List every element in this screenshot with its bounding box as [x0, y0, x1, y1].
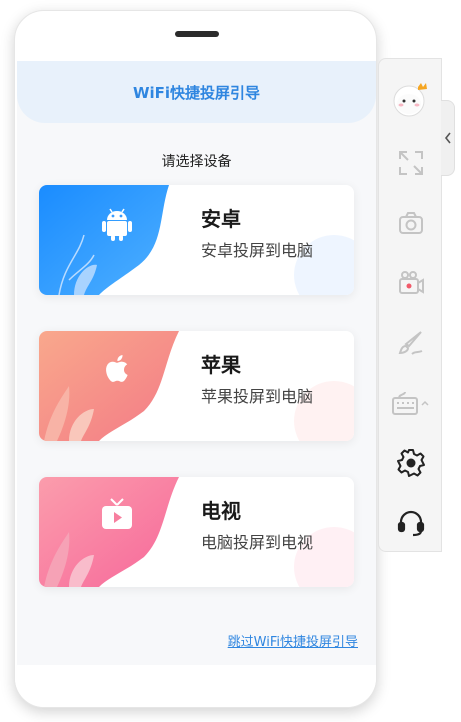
select-device-label: 请选择设备 — [161, 154, 232, 170]
apple-card[interactable]: 苹果 苹果投屏到电脑 — [39, 331, 354, 441]
chevron-left-icon — [444, 132, 451, 144]
tv-card-title: 电视 — [201, 499, 241, 523]
fullscreen-icon — [399, 151, 423, 175]
android-card[interactable]: 安卓 安卓投屏到电脑 — [39, 185, 354, 295]
apple-card-desc: 苹果投屏到电脑 — [201, 387, 314, 406]
phone-screen: WiFi快捷投屏引导 请选择设备 安卓 安卓投屏到电脑 苹果 苹果投屏到电脑 电… — [17, 61, 376, 665]
skip-guide-link[interactable]: 跳过WiFi快捷投屏引导 — [228, 631, 358, 650]
video-record-icon — [399, 271, 424, 294]
draw-button[interactable] — [391, 323, 431, 363]
screenshot-button[interactable] — [391, 203, 431, 243]
record-button[interactable] — [391, 263, 431, 303]
tv-card-desc: 电脑投屏到电视 — [201, 533, 314, 552]
settings-button[interactable] — [391, 443, 431, 483]
phone-frame: WiFi快捷投屏引导 请选择设备 安卓 安卓投屏到电脑 苹果 苹果投屏到电脑 电… — [14, 10, 377, 708]
camera-icon — [399, 212, 423, 234]
tv-card[interactable]: 电视 电脑投屏到电视 — [39, 477, 354, 587]
avatar-icon — [393, 83, 427, 117]
avatar-button[interactable] — [391, 79, 431, 119]
brush-icon — [398, 331, 423, 355]
android-icon — [102, 208, 132, 241]
fullscreen-button[interactable] — [391, 143, 431, 183]
guide-header: WiFi快捷投屏引导 — [17, 61, 376, 123]
support-button[interactable] — [391, 503, 431, 543]
android-card-title: 安卓 — [201, 207, 241, 231]
keyboard-icon — [392, 391, 429, 415]
keyboard-button[interactable] — [391, 383, 431, 423]
android-card-desc: 安卓投屏到电脑 — [201, 241, 314, 260]
tv-icon — [102, 498, 132, 529]
apple-card-title: 苹果 — [201, 353, 241, 377]
apple-icon — [106, 355, 128, 382]
phone-bottom-bezel — [15, 665, 376, 707]
headset-icon — [397, 510, 425, 537]
side-toolbar — [378, 58, 442, 552]
page-title: WiFi快捷投屏引导 — [132, 83, 261, 102]
speaker-slot — [175, 31, 219, 37]
settings-icon — [397, 449, 425, 477]
toolbar-collapse-handle[interactable] — [441, 100, 455, 176]
